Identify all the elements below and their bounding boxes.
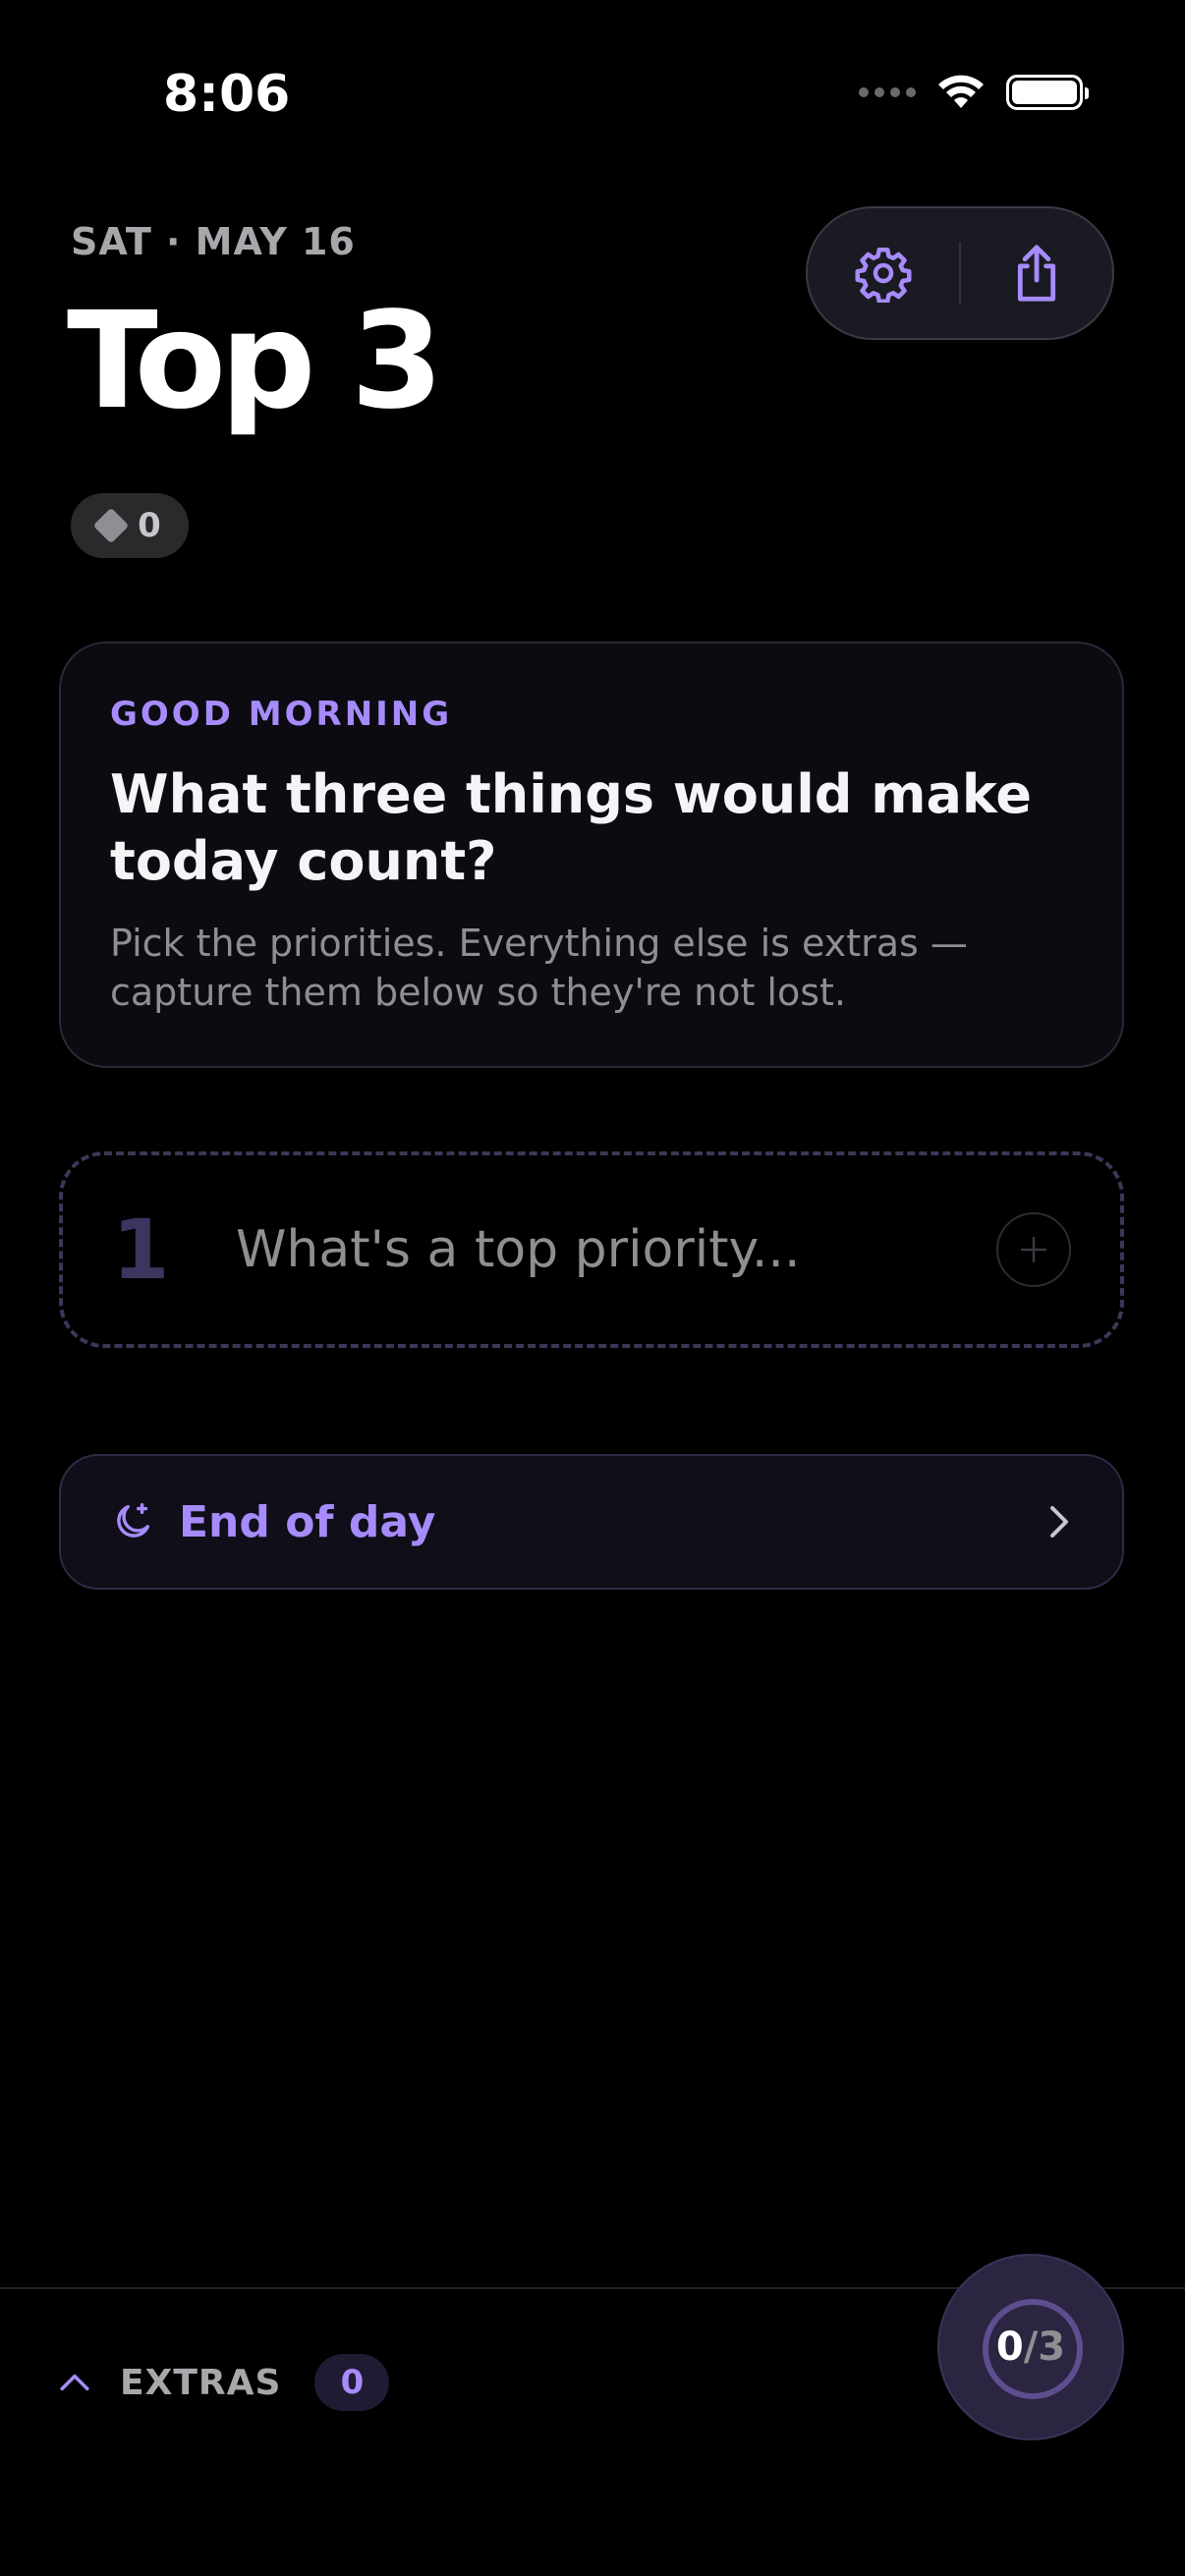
page-title: Top 3 [67,284,443,439]
status-time: 8:06 [163,65,291,124]
extras-label: EXTRAS [120,2362,282,2403]
greeting-card: GOOD MORNING What three things would mak… [59,642,1124,1068]
wifi-icon [938,75,984,108]
settings-button[interactable] [808,208,959,338]
battery-icon [1006,75,1089,110]
greeting-heading: What three things would make today count… [110,763,1032,892]
progress-label: 0/3 [996,2324,1065,2370]
add-priority-button[interactable] [996,1212,1071,1287]
progress-button[interactable]: 0/3 [937,2254,1124,2440]
gems-badge[interactable]: 0 [71,493,189,558]
gem-icon [92,507,130,544]
progress-done: 0 [995,2324,1024,2370]
header-actions [806,206,1114,340]
greeting-subtext: Pick the priorities. Everything else is … [110,922,968,1014]
cellular-signal-icon [859,87,916,97]
gems-count: 0 [138,506,161,545]
chevron-right-icon [1050,1506,1068,1538]
date-label: SAT · MAY 16 [71,220,356,263]
plus-icon [1020,1236,1047,1263]
status-icons [859,75,1089,110]
share-icon [1017,245,1056,302]
priority-input-row[interactable]: 1 What's a top priority... [59,1151,1124,1348]
chevron-up-icon [60,2374,89,2391]
priority-input[interactable]: What's a top priority... [236,1220,996,1279]
extras-count-badge: 0 [314,2354,390,2411]
priority-number: 1 [112,1202,170,1298]
end-of-day-label: End of day [179,1496,436,1547]
progress-total: /3 [1023,2324,1066,2370]
share-button[interactable] [961,208,1112,338]
extras-toggle[interactable]: EXTRAS 0 [59,2354,390,2411]
moon-sparkle-icon [117,1503,150,1538]
end-of-day-button[interactable]: End of day [59,1454,1124,1590]
greeting-eyebrow: GOOD MORNING [110,695,453,734]
gear-icon [855,248,912,303]
